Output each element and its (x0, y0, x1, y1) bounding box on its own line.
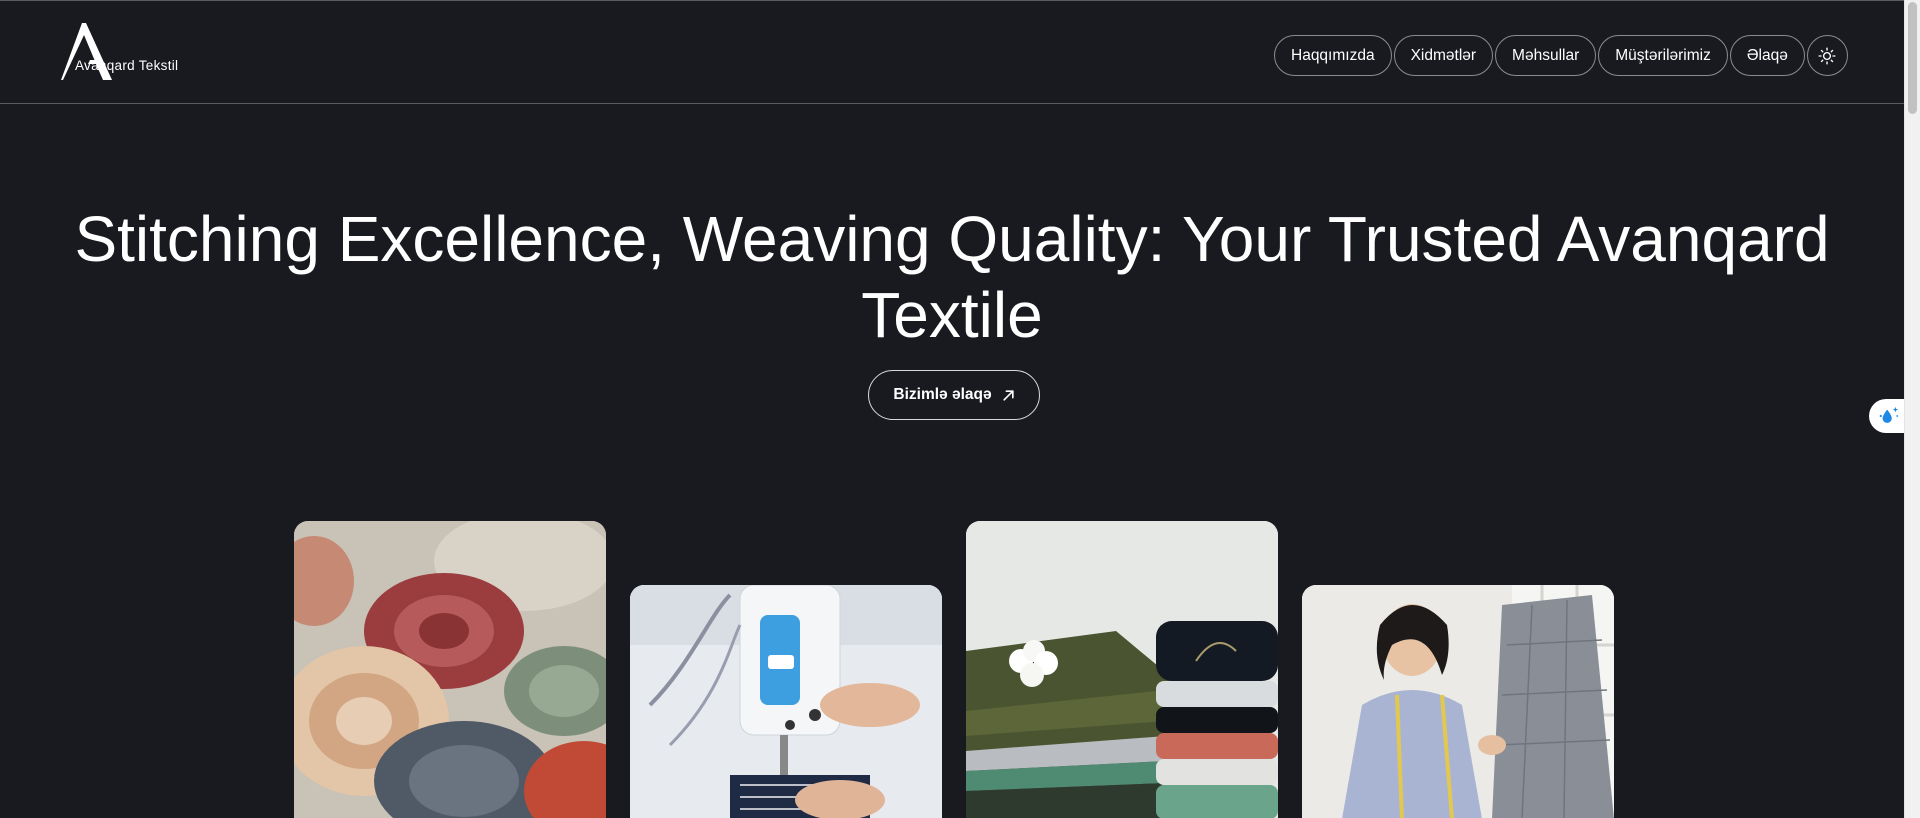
theme-toggle-button[interactable] (1806, 35, 1848, 76)
hero-title: Stitching Excellence, Weaving Quality: Y… (74, 203, 1830, 351)
site-header: Avanqard Tekstil Haqqımızda Xidmətlər Mə… (0, 1, 1904, 104)
nav-item-contact[interactable]: Əlaqə (1729, 35, 1805, 76)
nav-item-about[interactable]: Haqqımızda (1274, 35, 1392, 76)
gallery-image-fabric-rolls (294, 521, 606, 818)
nav-item-clients[interactable]: Müştərilərimiz (1598, 35, 1728, 76)
brand-name: Avanqard Tekstil (75, 58, 179, 73)
brand-logo[interactable]: Avanqard Tekstil (60, 21, 200, 83)
nav-item-products[interactable]: Məhsullar (1495, 35, 1597, 76)
page: Avanqard Tekstil Haqqımızda Xidmətlər Mə… (0, 0, 1904, 818)
contact-us-button-label: Bizimlə əlaqə (893, 386, 992, 403)
main-nav: Haqqımızda Xidmətlər Məhsullar Müştərilə… (1274, 35, 1848, 76)
accessibility-widget-button[interactable] (1869, 399, 1904, 433)
scrollbar-thumb[interactable] (1908, 2, 1917, 114)
vertical-scrollbar[interactable] (1904, 0, 1920, 818)
gallery-image-folded-fabrics (966, 521, 1278, 818)
contact-us-button[interactable]: Bizimlə əlaqə (868, 370, 1040, 420)
nav-item-services[interactable]: Xidmətlər (1393, 35, 1494, 76)
gallery-image-tailor (1302, 585, 1614, 818)
sun-icon (1818, 46, 1836, 65)
accessibility-icon (1879, 406, 1899, 423)
arrow-up-right-icon (1002, 389, 1014, 401)
gallery-image-sewing-machine (630, 585, 942, 818)
